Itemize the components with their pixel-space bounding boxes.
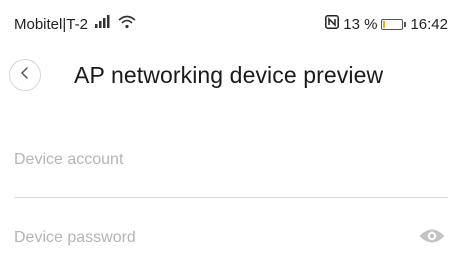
status-left: Mobitel|T-2 (14, 15, 136, 33)
device-account-field (14, 138, 448, 182)
wifi-icon (118, 15, 136, 33)
device-account-input[interactable] (14, 151, 448, 169)
signal-icon (94, 15, 112, 33)
field-divider (14, 197, 448, 198)
app-header: AP networking device preview (0, 52, 462, 98)
back-button[interactable] (9, 59, 41, 91)
battery-percent: 13 % (343, 15, 378, 33)
clock-time: 16:42 (410, 15, 448, 33)
status-right: 13 % 16:42 (325, 15, 448, 33)
device-password-field (14, 216, 448, 260)
chevron-left-icon (19, 66, 31, 85)
status-bar: Mobitel|T-2 13 % 16:42 (0, 0, 462, 48)
show-password-toggle[interactable] (416, 226, 448, 250)
eye-icon (418, 227, 446, 250)
carrier-name: Mobitel|T-2 (14, 15, 88, 33)
device-password-input[interactable] (14, 229, 416, 247)
page-title: AP networking device preview (74, 61, 384, 88)
battery-icon (381, 18, 407, 30)
nfc-icon (325, 15, 340, 33)
